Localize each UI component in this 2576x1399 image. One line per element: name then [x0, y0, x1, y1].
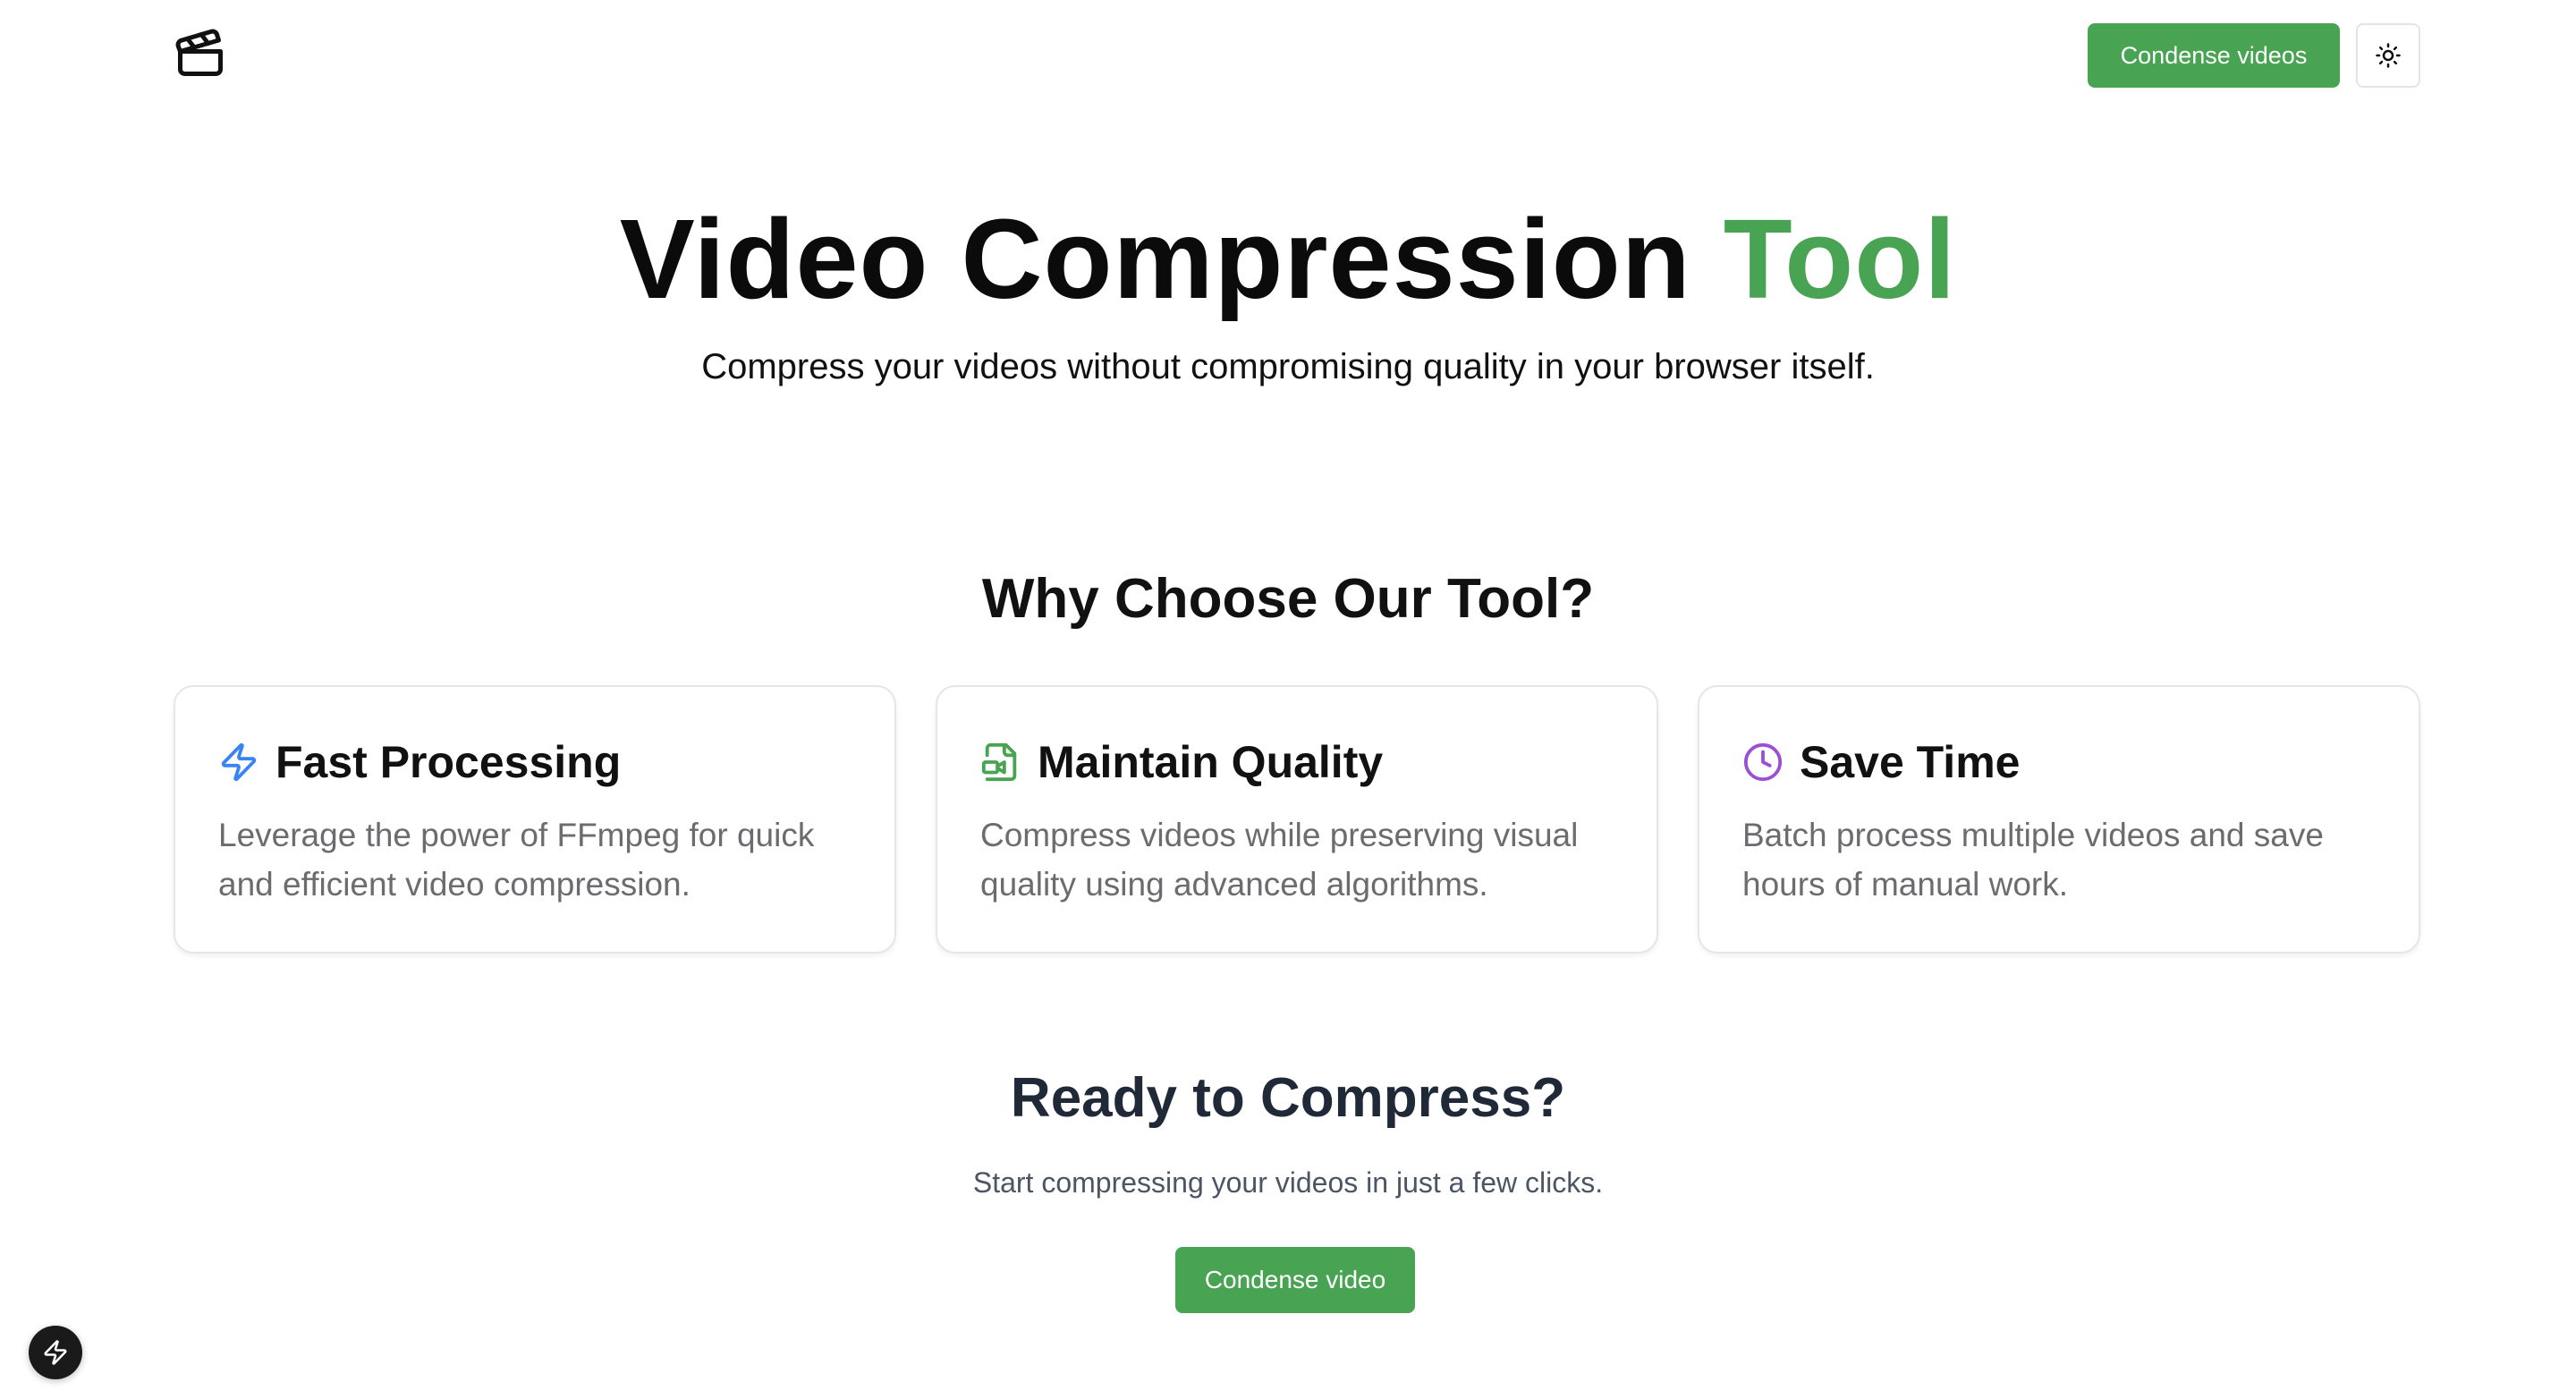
ready-heading: Ready to Compress?: [1010, 1067, 1566, 1129]
zap-icon: [218, 742, 259, 783]
sun-icon: [2376, 43, 2401, 68]
condense-videos-button[interactable]: Condense videos: [2088, 23, 2340, 88]
hero-title: Video Compression Tool: [0, 195, 2576, 324]
theme-toggle-button[interactable]: [2356, 23, 2420, 88]
file-video-icon: [980, 742, 1021, 783]
feature-card-maintain-quality: Maintain Quality Compress videos while p…: [936, 685, 1658, 954]
card-title: Maintain Quality: [1038, 737, 1384, 787]
hero-title-main: Video Compression: [619, 196, 1724, 322]
lightning-icon: [44, 1340, 67, 1365]
feature-card-save-time: Save Time Batch process multiple videos …: [1698, 685, 2420, 954]
card-header: Save Time: [1742, 735, 2020, 789]
card-description: Compress videos while preserving visual …: [980, 817, 1579, 903]
hero-subtitle: Compress your videos without compromisin…: [701, 347, 1875, 386]
card-header: Fast Processing: [218, 735, 621, 789]
card-header: Maintain Quality: [980, 735, 1383, 789]
feature-card-fast-processing: Fast Processing Leverage the power of FF…: [174, 685, 896, 954]
dev-tools-badge[interactable]: [29, 1326, 82, 1379]
card-title: Save Time: [1800, 737, 2021, 787]
card-title: Fast Processing: [275, 737, 622, 787]
ready-subtitle: Start compressing your videos in just a …: [972, 1166, 1604, 1199]
features-heading: Why Choose Our Tool?: [981, 568, 1595, 630]
card-description: Leverage the power of FFmpeg for quick a…: [218, 817, 815, 903]
page: Condense videos Video Compression Tool C…: [0, 0, 2576, 1399]
clock-icon: [1742, 742, 1784, 783]
hero-title-accent: Tool: [1723, 196, 1957, 322]
card-description: Batch process multiple videos and save h…: [1742, 817, 2324, 903]
clapperboard-icon[interactable]: [174, 27, 227, 81]
condense-video-button[interactable]: Condense video: [1175, 1247, 1415, 1313]
